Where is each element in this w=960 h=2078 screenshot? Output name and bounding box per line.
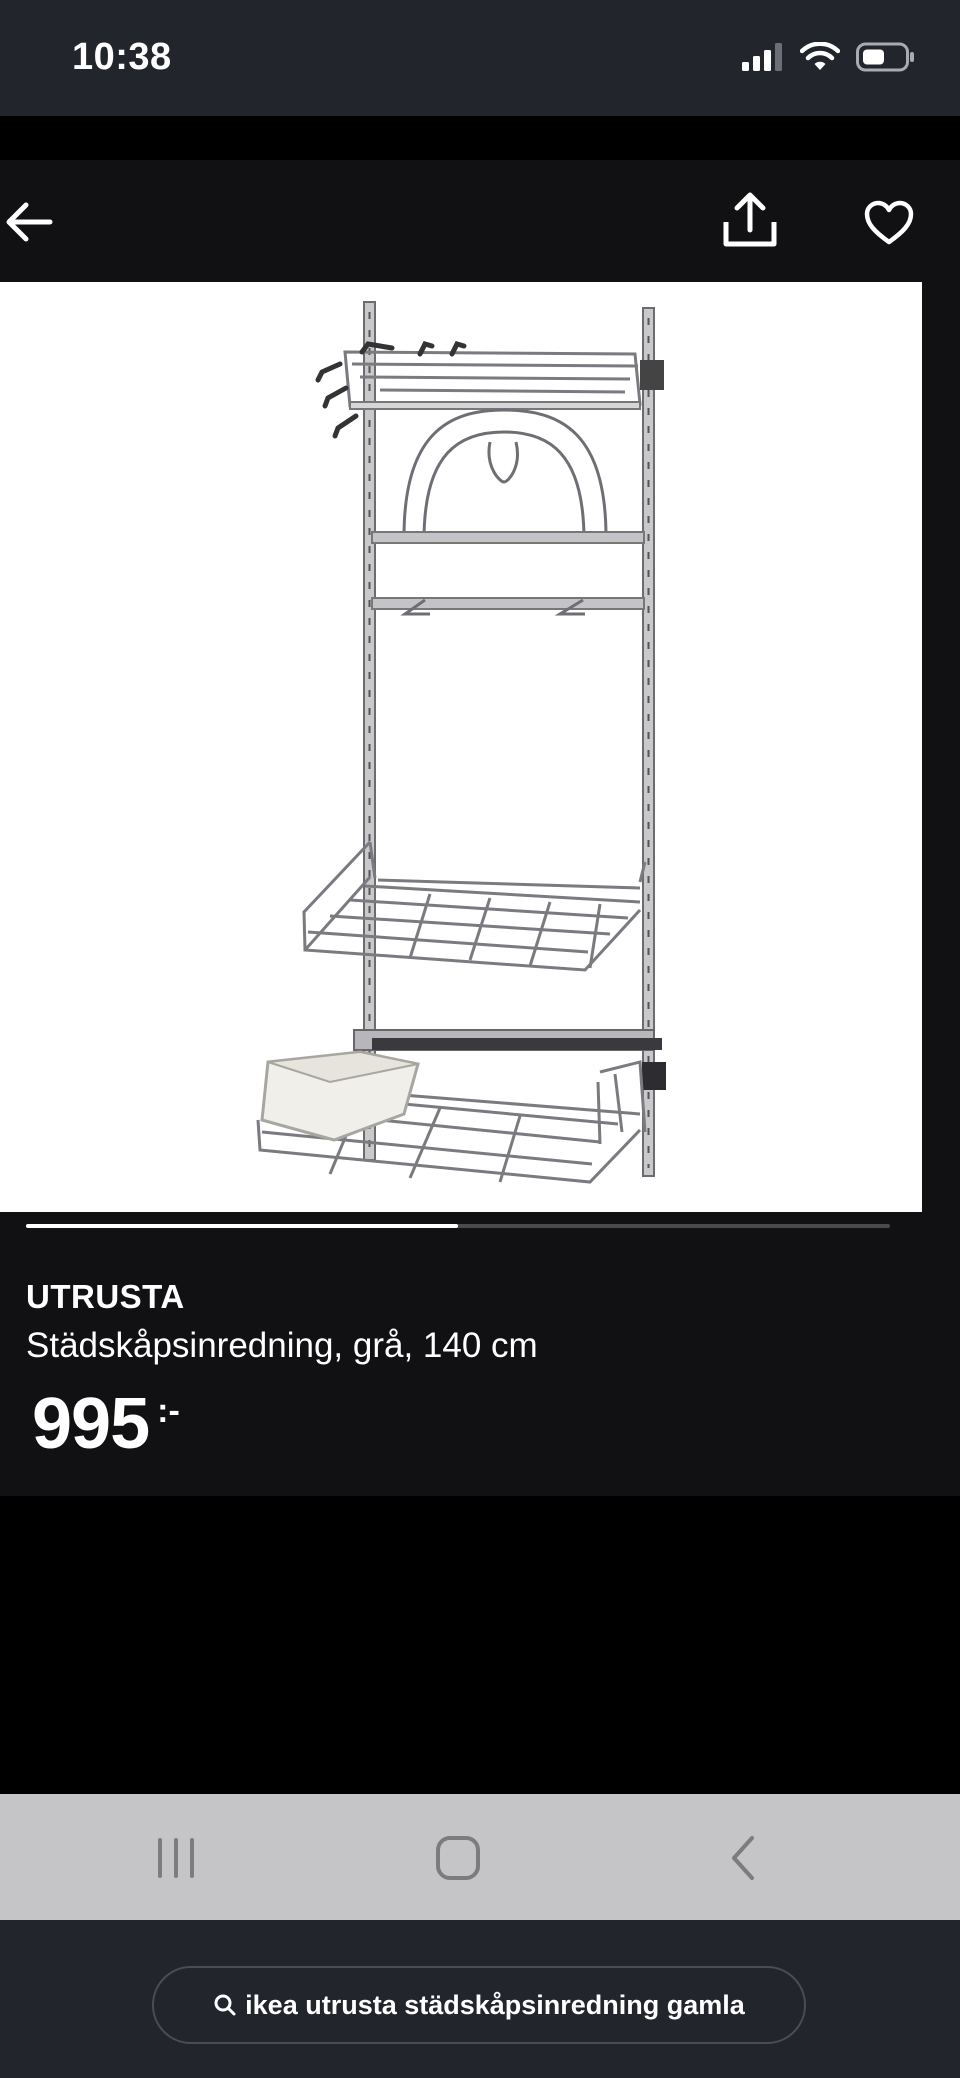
chevron-left-icon	[732, 1836, 754, 1880]
price-suffix: :-	[157, 1392, 180, 1430]
product-image	[0, 282, 922, 1212]
heart-icon	[864, 200, 914, 245]
product-info: UTRUSTA Städskåpsinredning, grå, 140 cm …	[0, 1212, 960, 1496]
home-icon	[436, 1836, 480, 1880]
system-navigation-bar	[0, 1794, 960, 1920]
share-button[interactable]	[720, 190, 780, 250]
cleaning-cabinet-organizer-illustration	[256, 301, 666, 1184]
carousel-progress	[26, 1224, 890, 1228]
address-bar-text: ikea utrusta städskåpsinredning gamla	[245, 1989, 745, 2020]
status-time: 10:38	[72, 36, 172, 78]
system-back-button[interactable]	[712, 1830, 772, 1886]
price-amount: 995	[32, 1384, 150, 1464]
empty-content-area	[0, 1496, 960, 1794]
arrow-left-icon	[6, 202, 53, 242]
product-image-carousel[interactable]	[0, 282, 960, 1212]
product-price: 995 :-	[32, 1388, 180, 1460]
recent-apps-icon	[158, 1838, 194, 1878]
battery-icon	[856, 42, 914, 72]
browser-bottom-bar: ikea utrusta städskåpsinredning gamla	[0, 1920, 960, 2078]
wifi-icon	[800, 42, 840, 70]
top-black-strip	[0, 116, 960, 160]
address-bar[interactable]: ikea utrusta städskåpsinredning gamla	[152, 1966, 806, 2044]
home-button[interactable]	[428, 1830, 488, 1886]
status-bar: 10:38	[0, 0, 960, 116]
back-button[interactable]	[4, 200, 56, 244]
share-icon	[723, 192, 777, 247]
cellular-signal-icon	[742, 43, 782, 71]
favorite-button[interactable]	[864, 200, 914, 246]
product-name: UTRUSTA	[26, 1278, 185, 1315]
product-description: Städskåpsinredning, grå, 140 cm	[26, 1326, 538, 1365]
app-header	[0, 160, 960, 282]
carousel-progress-fill	[26, 1224, 458, 1228]
recent-apps-button[interactable]	[146, 1830, 206, 1886]
status-icons	[742, 42, 916, 72]
search-icon	[214, 1994, 236, 2016]
